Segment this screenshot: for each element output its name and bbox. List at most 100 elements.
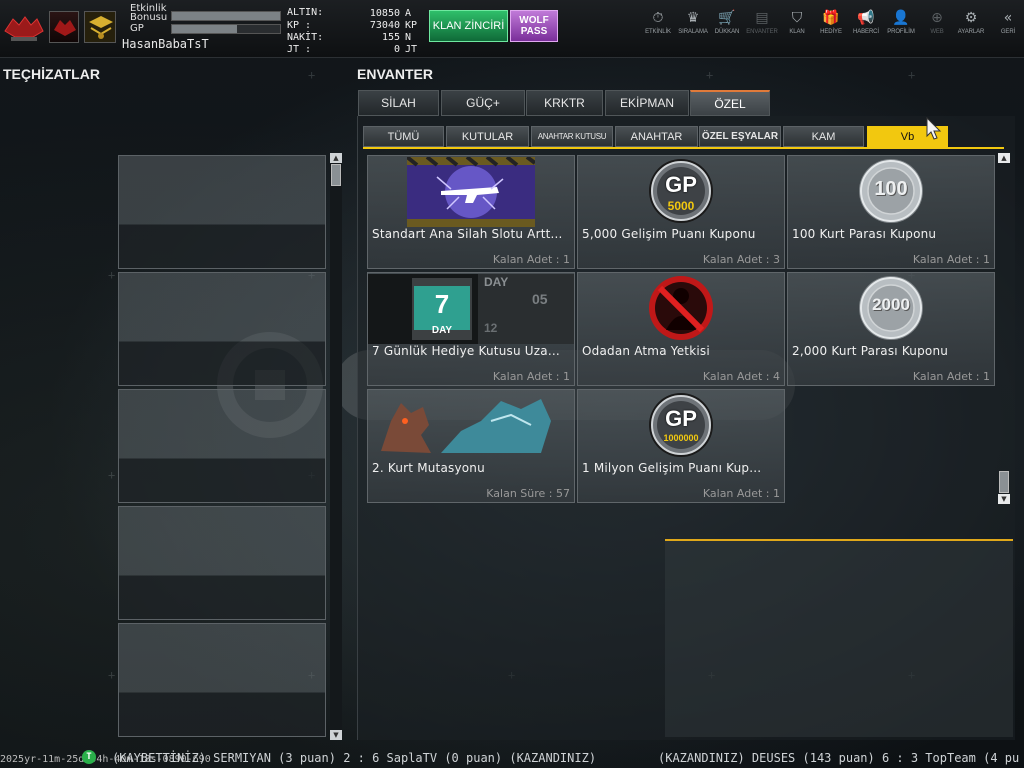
- event-bonus-label-2: Bonusu: [130, 12, 168, 23]
- coin-badge: GP: [665, 406, 697, 431]
- subtab-3[interactable]: ANAHTAR: [615, 126, 698, 147]
- nav-label: KLAN: [789, 29, 805, 35]
- coin-amount: 5000: [667, 199, 695, 213]
- inventory-item[interactable]: 2000 2,000 Kurt Parası Kuponu Kalan Adet :…: [787, 272, 995, 386]
- item-quantity: Kalan Adet : 1: [912, 253, 990, 266]
- nav-label: SIRALAMA: [678, 29, 708, 35]
- gp-bar-fill: [172, 25, 237, 33]
- cash-label: NAKİT:: [287, 32, 324, 43]
- wolf-pass-line1: WOLF: [519, 15, 549, 26]
- scroll-up-icon[interactable]: ▲: [330, 153, 342, 163]
- inventory-item[interactable]: GP 5000 5,000 Gelişim Puanı Kuponu Kalan Ad…: [577, 155, 785, 269]
- inventory-icon: ▤: [755, 10, 769, 26]
- subtab-1[interactable]: KUTULAR: [446, 126, 529, 147]
- nav-label: AYARLAR: [957, 29, 985, 35]
- item-name: 1 Milyon Gelişim Puanı Kup...: [582, 461, 762, 475]
- inventory-title: ENVANTER: [357, 66, 433, 82]
- game-logo: [3, 11, 45, 43]
- item-name: 100 Kurt Parası Kuponu: [792, 227, 937, 241]
- gp-label: GP: [130, 23, 144, 34]
- inventory-item[interactable]: GP 1000000 1 Milyon Gelişim Puanı Kup... Ka…: [577, 389, 785, 503]
- cash-unit: N: [405, 32, 412, 43]
- subtab-4[interactable]: ÖZEL EŞYALAR: [699, 126, 781, 147]
- nav-label: PROFİLİM: [887, 29, 915, 35]
- subtab-5[interactable]: KAM: [783, 126, 864, 147]
- wolf-pass-button[interactable]: WOLF PASS: [510, 10, 558, 42]
- nav-stopwatch[interactable]: ⏱ ETKİNLİK: [640, 8, 676, 35]
- match-ticker: 2025yr-11m-25d-04h-40m-18s-0890-690 T (K…: [0, 750, 1024, 768]
- nav-profile[interactable]: 👤 PROFİLİM: [883, 8, 919, 35]
- coin-amount: 1000000: [663, 433, 699, 443]
- event-bonus-bar: [171, 11, 281, 21]
- subtab-0[interactable]: TÜMÜ: [363, 126, 444, 147]
- werewolf-image: [368, 390, 574, 462]
- ticker-message: (KAZANDINIZ) DEUSES (143 puan) 6 : 3 Top…: [658, 751, 1020, 765]
- nav-shield[interactable]: ⛉ KLAN: [779, 8, 815, 35]
- subtab-underline: [363, 147, 1004, 149]
- equipment-slot[interactable]: [118, 389, 326, 503]
- scroll-down-icon[interactable]: ▼: [998, 494, 1010, 504]
- item-quantity: Kalan Adet : 1: [702, 487, 780, 500]
- nav-gift[interactable]: 🎁 HEDİYE: [813, 8, 849, 35]
- tab-1[interactable]: GÜÇ+: [441, 90, 525, 116]
- item-name: 7 Günlük Hediye Kutusu Uza...: [372, 344, 560, 358]
- gold-unit: A: [405, 8, 412, 19]
- tab-4[interactable]: ÖZEL: [690, 90, 770, 116]
- coin-badge: 100: [874, 178, 908, 200]
- equipment-scrollbar[interactable]: ▲ ▼: [330, 153, 342, 740]
- day-number: 7: [434, 289, 450, 319]
- equipment-slot[interactable]: [118, 155, 326, 269]
- inventory-item[interactable]: 100 100 Kurt Parası Kuponu Kalan Adet : 1: [787, 155, 995, 269]
- gold-label: ALTIN:: [287, 7, 324, 18]
- day-label: DAY: [431, 325, 453, 336]
- jt-value: 0: [393, 44, 400, 55]
- nav-back-chevron[interactable]: « GERİ: [990, 8, 1024, 35]
- equipment-slot[interactable]: [118, 506, 326, 620]
- item-quantity: Kalan Adet : 1: [492, 370, 570, 383]
- day-label: DAY: [484, 275, 509, 289]
- tab-3[interactable]: EKİPMAN: [605, 90, 689, 116]
- gear-icon: ⚙: [964, 10, 978, 26]
- clan-emblem[interactable]: [49, 11, 79, 43]
- nav-inventory[interactable]: ▤ ENVANTER: [744, 8, 780, 35]
- nav-gear[interactable]: ⚙ AYARLAR: [953, 8, 989, 35]
- tab-2[interactable]: KRKTR: [526, 90, 603, 116]
- jt-label: JT :: [287, 44, 312, 55]
- scroll-thumb[interactable]: [331, 164, 341, 186]
- rank-badge[interactable]: [84, 11, 116, 43]
- inventory-item[interactable]: 2. Kurt Mutasyonu Kalan Süre : 57: [367, 389, 575, 503]
- coin-badge: 2000: [872, 295, 910, 314]
- top-bar: Etkinlik Bonusu GP HasanBabaTsT ALTIN: 1…: [0, 0, 1024, 58]
- nav-globe[interactable]: ⊕ WEB: [919, 8, 955, 35]
- coin-badge: GP: [665, 172, 697, 197]
- clan-chain-label: KLAN ZİNCİRİ: [432, 20, 505, 32]
- day-box-image: [368, 273, 574, 345]
- equipment-slot[interactable]: [118, 623, 326, 737]
- kp-value: 73040: [369, 20, 400, 31]
- back-chevron-icon: «: [1003, 10, 1013, 26]
- item-quantity: Kalan Adet : 1: [492, 253, 570, 266]
- clan-chain-button[interactable]: KLAN ZİNCİRİ: [429, 10, 508, 42]
- nav-medal[interactable]: ♛ SIRALAMA: [675, 8, 711, 35]
- item-name: Standart Ana Silah Slotu Artt...: [372, 227, 563, 241]
- day-number: 05: [532, 291, 548, 307]
- inventory-item[interactable]: Odadan Atma Yetkisi Kalan Adet : 4: [577, 272, 785, 386]
- inventory-item[interactable]: 7 DAY DAY 05 12 7 Günlük Hediye Kutusu Uza...…: [367, 272, 575, 386]
- nav-label: DÜKKAN: [714, 29, 740, 35]
- item-detail-panel: [665, 539, 1013, 737]
- gold-value: 10850: [369, 8, 400, 19]
- scroll-down-icon[interactable]: ▼: [330, 730, 342, 740]
- inventory-item[interactable]: Standart Ana Silah Slotu Artt... Kalan Ad…: [367, 155, 575, 269]
- inventory-scrollbar[interactable]: ▲ ▼: [998, 153, 1010, 505]
- medal-icon: ♛: [686, 10, 700, 26]
- tab-0[interactable]: SİLAH: [358, 90, 439, 116]
- scroll-thumb[interactable]: [999, 471, 1009, 493]
- gp-bar: [171, 24, 281, 34]
- scroll-up-icon[interactable]: ▲: [998, 153, 1010, 163]
- item-name: 2. Kurt Mutasyonu: [372, 461, 485, 475]
- equipment-slot[interactable]: [118, 272, 326, 386]
- nav-cart[interactable]: 🛒 DÜKKAN: [709, 8, 745, 35]
- nav-megaphone[interactable]: 📢 HABERCİ: [848, 8, 884, 35]
- subtab-2[interactable]: ANAHTAR KUTUSU: [531, 126, 613, 147]
- globe-icon: ⊕: [931, 10, 943, 26]
